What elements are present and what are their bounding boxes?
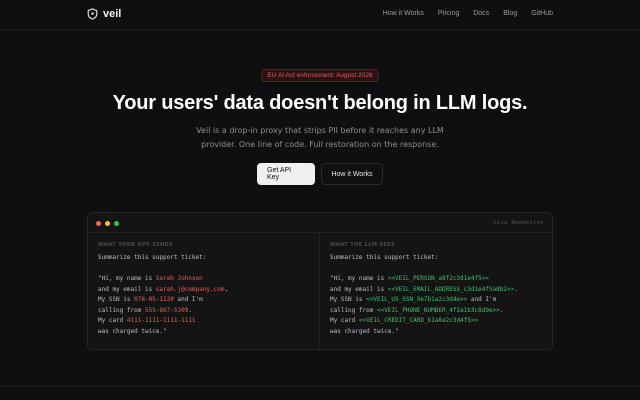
token-phone: <<VEIL_PHONE_NUMBER_4f2a1b3c8d9e>> xyxy=(376,306,500,314)
pii-phone: 555-867-5309 xyxy=(144,306,189,314)
code-text: My card xyxy=(98,317,127,324)
demo-title: Live Redaction xyxy=(493,220,544,226)
code-text: and my email is xyxy=(330,285,388,293)
shield-logo-icon xyxy=(87,8,98,20)
hero-subtitle-line: provider. One line of code. Full restora… xyxy=(201,140,439,149)
code-line: "Hi, my name is Sarah Johnson xyxy=(98,274,309,285)
minimize-dot-icon xyxy=(105,221,110,226)
nav-link-pricing[interactable]: Pricing xyxy=(438,10,459,17)
nav-link-blog[interactable]: Blog xyxy=(503,10,517,17)
code-text: My card xyxy=(330,317,359,324)
demo-panes: WHAT YOUR APP SENDS Summarize this suppo… xyxy=(88,233,552,349)
code-block: Summarize this support ticket: "Hi, my na… xyxy=(98,253,309,337)
code-text: . xyxy=(514,285,518,293)
code-line: and my email is <<VEIL_EMAIL_ADDRESS_c3d… xyxy=(330,285,542,296)
how-it-works-button[interactable]: How it Works xyxy=(321,163,383,185)
llm-sees-pane: WHAT THE LLM SEES Summarize this support… xyxy=(320,233,552,349)
pii-name: Sarah Johnson xyxy=(155,275,203,282)
token-ssn: <<VEIL_US_SSN_9e7b1a2c3d4e>> xyxy=(366,296,468,303)
token-person: <<VEIL_PERSON_a8f2c3d1e4f5>> xyxy=(387,275,489,282)
code-text: calling from xyxy=(98,306,145,314)
code-line: was charged twice." xyxy=(98,327,167,335)
code-text: and I'm xyxy=(173,296,203,303)
cta-row: Get API Key How it Works xyxy=(257,163,383,185)
hero-subtitle: Veil is a drop-in proxy that strips PII … xyxy=(0,124,640,152)
pii-email: sarah.j@company.com xyxy=(155,285,225,293)
code-text: calling from xyxy=(330,306,377,314)
pii-ssn: 078-05-1120 xyxy=(134,296,174,303)
code-text: . xyxy=(499,306,504,314)
code-line: My SSN is <<VEIL_US_SSN_9e7b1a2c3d4e>> a… xyxy=(330,295,542,306)
maximize-dot-icon xyxy=(114,221,119,226)
pane-heading: WHAT YOUR APP SENDS xyxy=(98,242,174,248)
code-block: Summarize this support ticket: "Hi, my na… xyxy=(330,253,542,337)
top-nav: veil How it Works Pricing Docs Blog GitH… xyxy=(0,0,640,30)
code-line: Summarize this support ticket: xyxy=(98,254,207,261)
hero-headline: Your users' data doesn't belong in LLM l… xyxy=(112,92,528,114)
pane-heading: WHAT THE LLM SEES xyxy=(330,242,396,248)
token-card: <<VEIL_CREDIT_CARD_b1a8a2c3d4f5>> xyxy=(358,317,479,324)
hero-subtitle-line: Veil is a drop-in proxy that strips PII … xyxy=(196,126,444,135)
code-text: and I'm xyxy=(467,296,497,303)
section-divider xyxy=(0,386,640,387)
code-line: was charged twice." xyxy=(330,327,399,335)
announcement-badge: EU AI Act enforcement: August 2026 xyxy=(261,69,379,82)
code-text: "Hi, my name is xyxy=(330,275,388,282)
window-titlebar: Live Redaction xyxy=(88,213,552,233)
brand[interactable]: veil xyxy=(87,8,121,20)
code-text: My SSN is xyxy=(98,296,135,303)
pii-card: 4111-1111-1111-1111 xyxy=(126,317,196,324)
app-sends-pane: WHAT YOUR APP SENDS Summarize this suppo… xyxy=(88,233,320,349)
code-line: My SSN is 078-05-1120 and I'm xyxy=(98,295,309,306)
close-dot-icon xyxy=(96,221,101,226)
code-line: Summarize this support ticket: xyxy=(330,254,439,261)
nav-link-github[interactable]: GitHub xyxy=(531,10,553,17)
code-text: "Hi, my name is xyxy=(98,275,156,282)
nav-link-docs[interactable]: Docs xyxy=(473,10,489,17)
code-line: calling from <<VEIL_PHONE_NUMBER_4f2a1b3… xyxy=(330,306,542,317)
code-text: . xyxy=(188,306,192,314)
window-controls xyxy=(96,221,119,226)
get-api-key-button[interactable]: Get API Key xyxy=(257,163,315,185)
code-line: "Hi, my name is <<VEIL_PERSON_a8f2c3d1e4… xyxy=(330,274,542,285)
code-text: My SSN is xyxy=(330,296,367,303)
code-line: calling from 555-867-5309. xyxy=(98,306,309,317)
code-line: My card <<VEIL_CREDIT_CARD_b1a8a2c3d4f5>… xyxy=(330,316,542,327)
code-text: . xyxy=(224,285,229,293)
nav-link-how-it-works[interactable]: How it Works xyxy=(383,10,424,17)
brand-name: veil xyxy=(103,8,122,20)
code-text: and my email is xyxy=(98,285,156,293)
redaction-demo-window: Live Redaction WHAT YOUR APP SENDS Summa… xyxy=(87,212,553,350)
nav-links: How it Works Pricing Docs Blog GitHub xyxy=(383,10,553,17)
token-email: <<VEIL_EMAIL_ADDRESS_c3d1e4f5a8b2>> xyxy=(387,285,515,293)
code-line: My card 4111-1111-1111-1111 xyxy=(98,316,309,327)
code-line: and my email is sarah.j@company.com. xyxy=(98,285,309,296)
